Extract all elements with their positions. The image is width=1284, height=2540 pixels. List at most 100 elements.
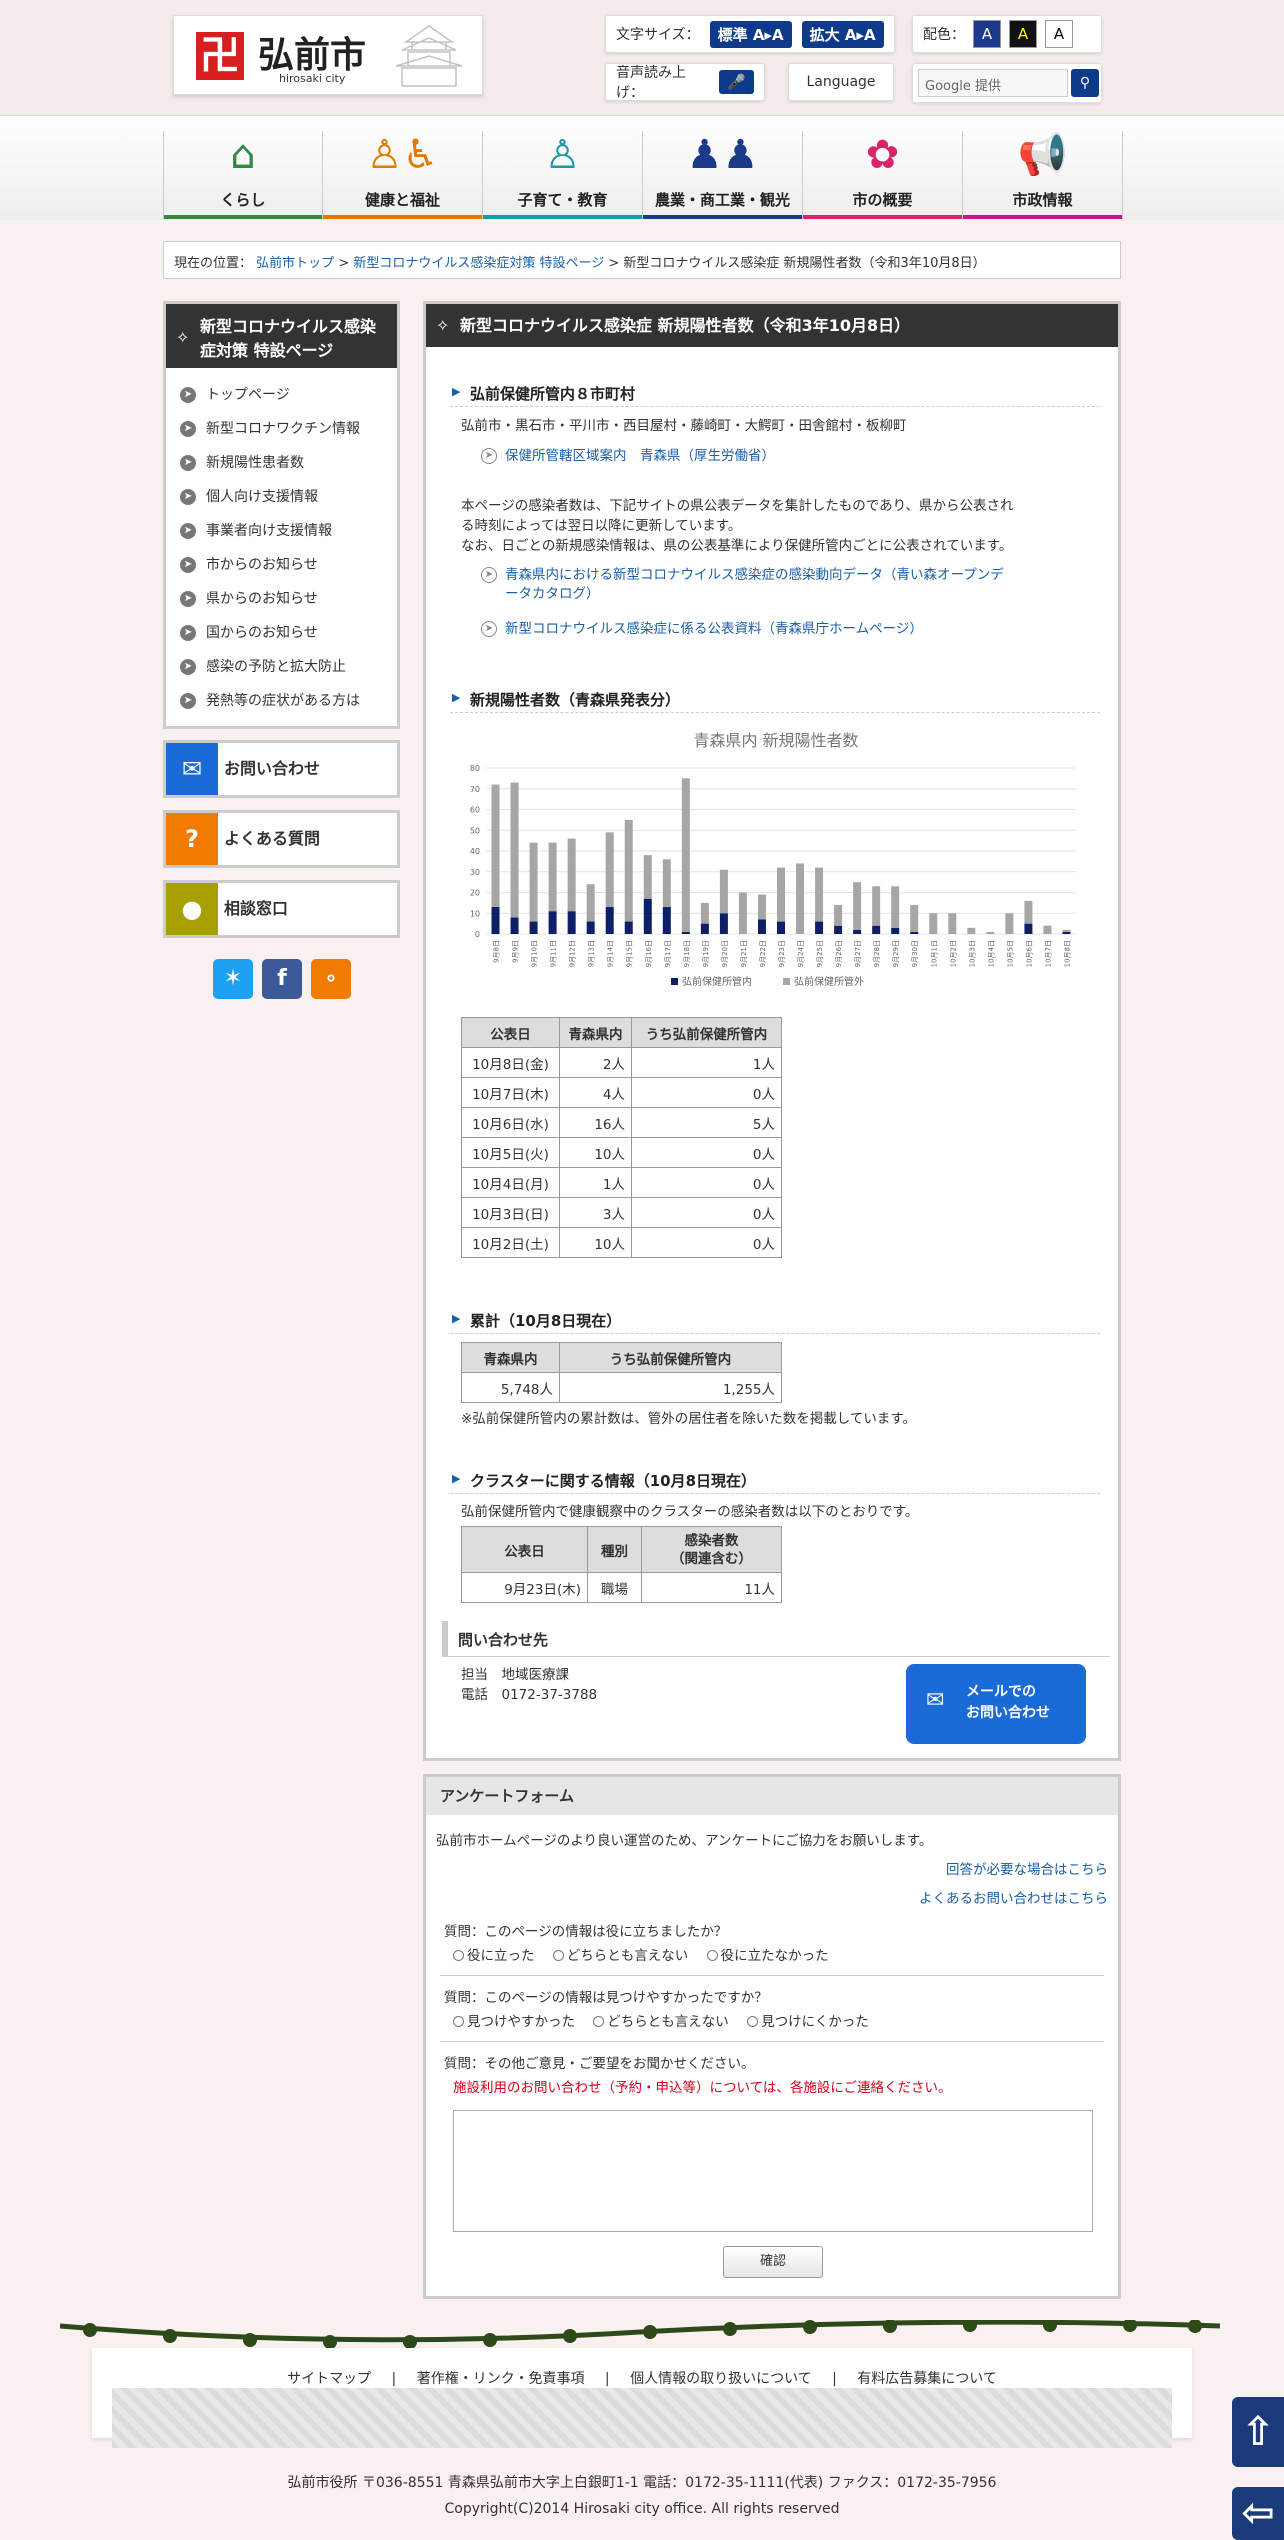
y-tick-label: 10 — [470, 909, 480, 918]
sidebar-item-business-support[interactable]: ➤ 事業者向け支援情報 — [166, 514, 397, 548]
footer-sitemap-link[interactable]: サイトマップ — [287, 2371, 371, 2387]
x-tick-label: 10月6日 — [1025, 940, 1033, 967]
sidebar-item-national-news[interactable]: ➤ 国からのお知らせ — [166, 616, 397, 650]
survey-q2-options: 見つけやすかった どちらとも言えない 見つけにくかった — [453, 2010, 883, 2030]
survey-faq-link[interactable]: よくあるお問い合わせはこちら — [919, 1887, 1108, 1907]
breadcrumb-parent[interactable]: 新型コロナウイルス感染症対策 特設ページ — [353, 256, 604, 271]
bar-outside — [700, 902, 709, 924]
sidebar-item-city-news[interactable]: ➤ 市からのお知らせ — [166, 548, 397, 582]
sidebar-consult-button[interactable]: ● 相談窓口 — [163, 880, 400, 938]
color-white-button[interactable]: A — [1045, 20, 1073, 48]
voice-reader-control[interactable]: 音声読み上げ： 🎤 — [605, 63, 765, 101]
q1-radio-not-helpful[interactable]: 役に立たなかった — [706, 1944, 829, 1964]
sparkle-icon: ✧ — [436, 316, 450, 335]
bar-outside — [815, 867, 824, 922]
section-heading-new-cases: ▶ 新規陽性者数（青森県発表分） — [450, 689, 1100, 713]
survey-comment-textarea[interactable] — [453, 2110, 1093, 2232]
nav-city-overview[interactable]: ✿ 市の概要 — [803, 131, 963, 219]
color-black-button[interactable]: A — [1009, 20, 1037, 48]
font-size-large-button[interactable]: 拡大 A▸A — [801, 20, 884, 48]
sidebar-item-prevention[interactable]: ➤ 感染の予防と拡大防止 — [166, 650, 397, 684]
bar-outside — [872, 886, 881, 926]
nav-industry-tourism[interactable]: ♟♟ 農業・商工業・観光 — [643, 131, 803, 219]
q2-radio-easy[interactable]: 見つけやすかった — [453, 2010, 575, 2030]
sidebar-item-prefecture-news[interactable]: ➤ 県からのお知らせ — [166, 582, 397, 616]
survey-q3: 質問：その他ご意見・ご要望をお聞かせください。 — [444, 2056, 755, 2072]
footer-copyright-link[interactable]: 著作権・リンク・免責事項 — [417, 2371, 585, 2387]
arrow-right-icon: ➤ — [180, 489, 196, 505]
footer-ads-link[interactable]: 有料広告募集について — [857, 2371, 997, 2387]
breadcrumb-home[interactable]: 弘前市トップ — [256, 256, 334, 271]
bar-inside — [1024, 923, 1033, 934]
open-data-link[interactable]: ➤ 青森県内における新型コロナウイルス感染症の感染動向データ（青い森オープンデ … — [481, 566, 1081, 604]
bar-outside — [567, 838, 576, 912]
x-tick-label: 9月27日 — [854, 940, 862, 967]
survey-form: アンケートフォーム 弘前市ホームページのより良い運営のため、アンケートにご協力を… — [423, 1774, 1121, 2299]
x-tick-label: 9月10日 — [531, 940, 539, 967]
nav-childcare-education[interactable]: ♙ 子育て・教育 — [483, 131, 643, 219]
health-center-area-link[interactable]: ➤ 保健所管轄区域案内 青森県（厚生労働省） — [461, 447, 775, 466]
nav-city-politics[interactable]: 📢 市政情報 — [963, 131, 1123, 219]
search-input[interactable]: Google 提供 — [918, 69, 1068, 97]
q2-radio-neutral[interactable]: どちらとも言えない — [593, 2010, 729, 2030]
color-blue-button[interactable]: A — [973, 20, 1001, 48]
table-row: 10月5日(火) 10人 0人 — [461, 1137, 782, 1168]
sidebar-menu: ✧ 新型コロナウイルス感染症対策 特設ページ ➤ トップページ ➤ 新型コロナワクチ… — [163, 301, 400, 729]
back-arrow-icon[interactable]: ⇦ — [1232, 2487, 1284, 2540]
bar-outside — [681, 778, 690, 932]
footer-privacy-link[interactable]: 個人情報の取り扱いについて — [630, 2371, 812, 2387]
site-logo[interactable]: 卍 弘前市 hirosaki city — [173, 15, 483, 95]
bar-outside — [510, 782, 519, 918]
survey-title: アンケートフォーム — [426, 1777, 1118, 1815]
bar-inside — [624, 921, 633, 934]
logo-sub: hirosaki city — [279, 72, 346, 85]
q1-radio-helpful[interactable]: 役に立った — [453, 1944, 535, 1964]
site-header: 卍 弘前市 hirosaki city 文字サイズ： 標準 A▸A 拡大 A▸A… — [0, 0, 1284, 115]
sidebar-contact-button[interactable]: ✉ お問い合わせ — [163, 740, 400, 798]
twitter-icon[interactable]: ✶ — [213, 959, 253, 999]
rss-icon[interactable]: ∘ — [311, 959, 351, 999]
legend-swatch — [671, 978, 678, 985]
table-header: うち弘前保健所管内 — [559, 1342, 782, 1373]
castle-icon — [395, 25, 463, 87]
q2-radio-hard[interactable]: 見つけにくかった — [747, 2010, 869, 2030]
bar-inside — [1062, 931, 1071, 934]
sidebar-item-new-cases[interactable]: ➤ 新規陽性患者数 — [166, 446, 397, 480]
nav-kurashi[interactable]: ⌂ くらし — [163, 131, 323, 219]
section-heading-clusters: ▶ クラスターに関する情報（10月8日現在） — [450, 1470, 1100, 1494]
triangle-icon: ▶ — [452, 385, 461, 398]
breadcrumb-current: 新型コロナウイルス感染症 新規陽性者数（令和3年10月8日） — [623, 256, 986, 271]
x-tick-label: 10月2日 — [949, 940, 957, 967]
search-icon[interactable]: ⚲ — [1071, 69, 1099, 97]
footer-info: 弘前市役所 〒036-8551 青森県弘前市大字上白銀町1-1 電話：0172-… — [0, 2470, 1284, 2522]
bar-inside — [567, 911, 576, 934]
mail-contact-button[interactable]: ✉ メールでの お問い合わせ — [906, 1664, 1086, 1744]
nav-label: 健康と福祉 — [364, 191, 440, 209]
y-tick-label: 20 — [470, 889, 480, 898]
microphone-icon[interactable]: 🎤 — [719, 70, 754, 94]
sidebar-item-top[interactable]: ➤ トップページ — [166, 378, 397, 412]
survey-submit-button[interactable]: 確認 — [723, 2246, 823, 2278]
survey-reply-link[interactable]: 回答が必要な場合はこちら — [946, 1858, 1108, 1878]
x-tick-label: 9月19日 — [702, 940, 710, 967]
sidebar-faq-button[interactable]: ? よくある質問 — [163, 810, 400, 868]
house-icon: ⌂ — [230, 132, 256, 178]
bar-outside — [643, 855, 652, 899]
font-size-standard-button[interactable]: 標準 A▸A — [709, 20, 792, 48]
facebook-icon[interactable]: f — [262, 959, 302, 999]
sidebar-item-fever[interactable]: ➤ 発熱等の症状がある方は — [166, 684, 397, 718]
y-tick-label: 0 — [475, 930, 480, 939]
triangle-icon: ▶ — [452, 1312, 461, 1325]
sidebar-item-vaccine[interactable]: ➤ 新型コロナワクチン情報 — [166, 412, 397, 446]
bar-outside — [853, 882, 862, 930]
font-size-label: 文字サイズ： — [616, 27, 700, 43]
q1-radio-neutral[interactable]: どちらとも言えない — [552, 1944, 688, 1964]
nav-health-welfare[interactable]: ♙♿ 健康と福祉 — [323, 131, 483, 219]
y-tick-label: 40 — [470, 847, 480, 856]
scroll-to-top-icon[interactable]: ⇧ — [1232, 2397, 1284, 2467]
sidebar-item-individual-support[interactable]: ➤ 個人向け支援情報 — [166, 480, 397, 514]
bar-inside — [834, 925, 843, 934]
language-button[interactable]: Language — [788, 63, 894, 101]
table-row: 10月6日(水) 16人 5人 — [461, 1107, 782, 1138]
prefecture-materials-link[interactable]: ➤ 新型コロナウイルス感染症に係る公表資料（青森県庁ホームページ） — [481, 620, 923, 639]
